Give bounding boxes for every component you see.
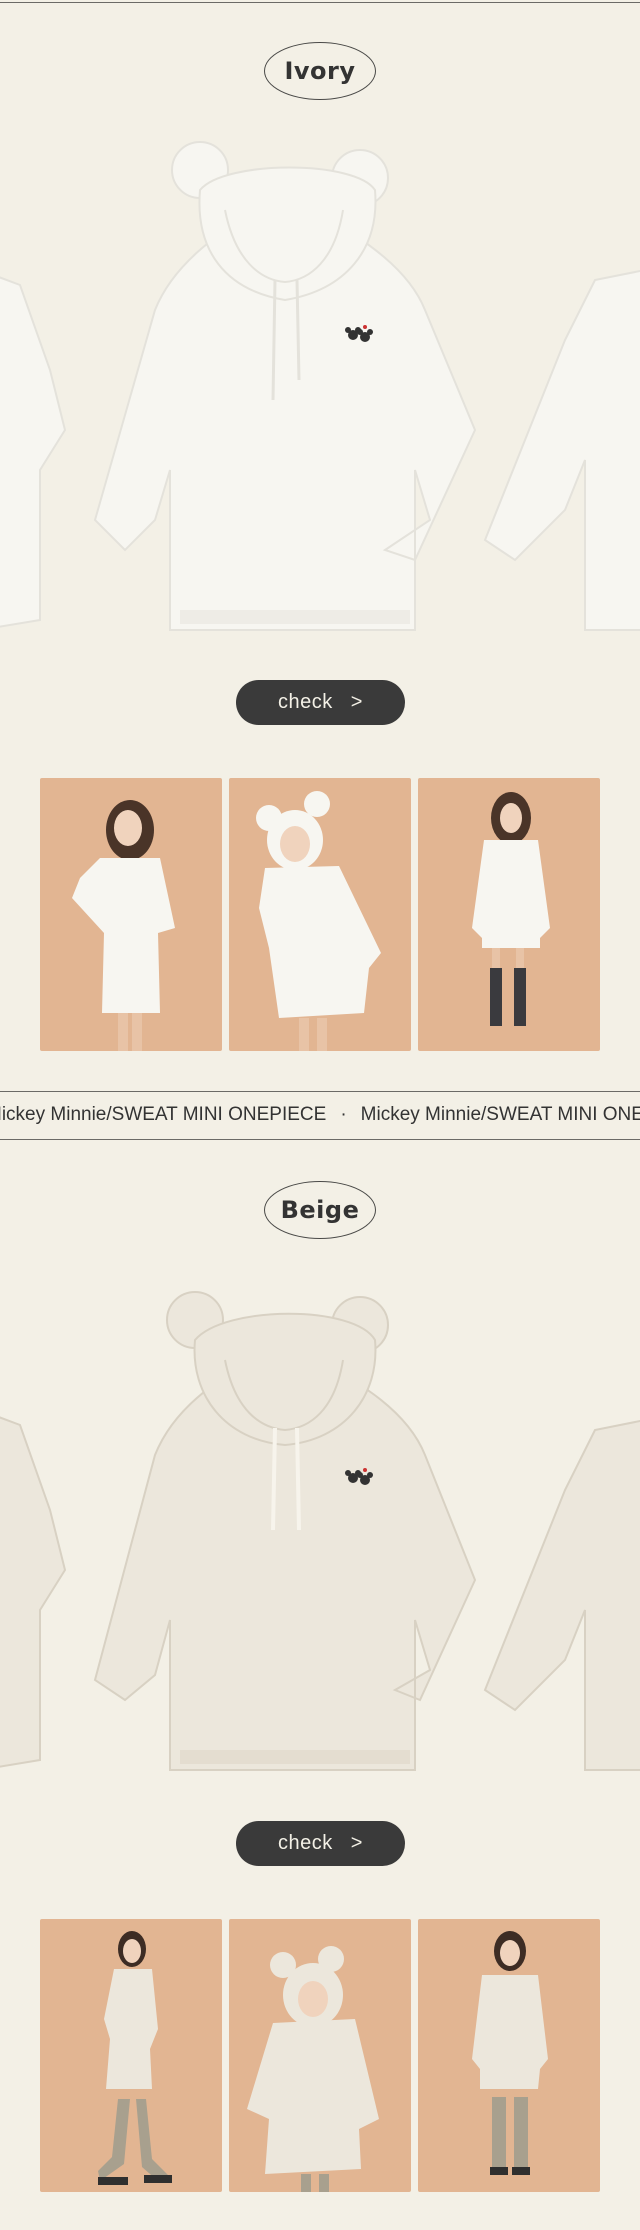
marquee-text: Mickey Minnie/SWEAT MINI ONEPIECE [0,1104,327,1125]
prev-product-image[interactable] [0,1280,90,1780]
product-image-ivory[interactable] [85,140,485,640]
check-label: check [278,1832,333,1854]
prev-product-image[interactable] [0,140,90,640]
color-label-ivory: Ivory [264,42,376,100]
model-photo-3[interactable] [418,778,600,1051]
check-label: check [278,691,333,713]
model-photo-1[interactable] [40,778,222,1051]
marquee-text: Mickey Minnie/SWEAT MINI ONEPIECE [360,1104,640,1125]
product-image-beige[interactable] [85,1280,485,1780]
chevron-right-icon: > [350,1832,363,1854]
next-product-image[interactable] [475,1280,640,1780]
model-photo-2[interactable] [229,1919,411,2192]
model-photo-2[interactable] [229,778,411,1051]
chevron-right-icon: > [350,691,363,713]
product-name-marquee: Mickey Minnie/SWEAT MINI ONEPIECE · Mickey… [0,1091,640,1140]
model-photo-1[interactable] [40,1919,222,2192]
model-photos-ivory [40,778,601,1051]
model-photo-3[interactable] [418,1919,600,2192]
marquee-separator: · [340,1104,347,1125]
marquee-track: Mickey Minnie/SWEAT MINI ONEPIECE · Mickey… [0,1104,640,1126]
product-carousel-beige[interactable] [0,1280,640,1800]
next-product-image[interactable] [475,140,640,640]
check-button-beige[interactable]: check > [236,1821,405,1866]
product-carousel-ivory[interactable] [0,140,640,660]
check-button-ivory[interactable]: check > [236,680,405,725]
color-label-beige: Beige [264,1181,376,1239]
top-divider [0,2,640,3]
model-photos-beige [40,1919,601,2192]
